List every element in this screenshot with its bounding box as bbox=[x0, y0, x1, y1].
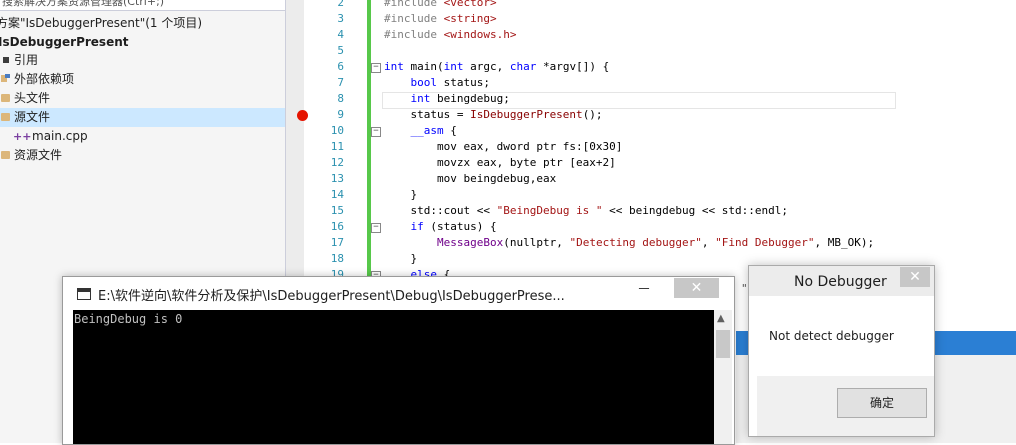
code-line[interactable]: if (status) { bbox=[384, 219, 497, 235]
cpp-file-icon: ++ bbox=[13, 130, 32, 143]
code-line[interactable]: movzx eax, byte ptr [eax+2] bbox=[384, 155, 616, 171]
scroll-up-icon[interactable]: ▲ bbox=[717, 313, 725, 324]
code-line[interactable]: MessageBox(nullptr, "Detecting debugger"… bbox=[384, 235, 874, 251]
tree-item-header-files[interactable]: 头文件 bbox=[0, 89, 285, 108]
message-box-close-button[interactable]: ✕ bbox=[900, 267, 930, 287]
line-number: 4 bbox=[337, 28, 344, 41]
close-button[interactable]: ✕ bbox=[674, 278, 719, 298]
tree-item-solution[interactable]: 解决方案"IsDebuggerPresent"(1 个项目) bbox=[0, 14, 285, 33]
tree-item-references[interactable]: 引用 bbox=[0, 51, 285, 70]
tree-item-main-cpp[interactable]: ++ main.cpp bbox=[0, 127, 285, 146]
tree-item-label: 解决方案"IsDebuggerPresent"(1 个项目) bbox=[0, 16, 203, 30]
tree-item-label: 外部依赖项 bbox=[14, 72, 75, 86]
code-line[interactable]: bool status; bbox=[384, 75, 490, 91]
line-number: 13 bbox=[330, 172, 344, 185]
console-window[interactable]: E:\软件逆向\软件分析及保护\IsDebuggerPresent\Debug\… bbox=[62, 276, 735, 445]
line-number: 8 bbox=[337, 92, 344, 105]
tree-item-label: 资源文件 bbox=[14, 148, 63, 162]
line-number: 9 bbox=[337, 108, 344, 121]
message-box-footer: 确定 bbox=[757, 376, 934, 436]
folder-icon bbox=[1, 113, 10, 121]
line-number: 17 bbox=[330, 236, 344, 249]
console-scrollbar[interactable]: ▲ bbox=[714, 310, 732, 444]
line-number: 7 bbox=[337, 76, 344, 89]
line-number: 3 bbox=[337, 12, 344, 25]
line-number: 18 bbox=[330, 252, 344, 265]
line-number: 16 bbox=[330, 220, 344, 233]
tree-item-label: 源文件 bbox=[14, 110, 51, 124]
message-box-body: Not detect debugger bbox=[757, 296, 934, 376]
ok-button[interactable]: 确定 bbox=[837, 388, 927, 418]
console-title: E:\软件逆向\软件分析及保护\IsDebuggerPresent\Debug\… bbox=[98, 289, 565, 304]
tree-item-label: 头文件 bbox=[14, 91, 51, 105]
console-app-icon bbox=[77, 288, 91, 300]
change-indicator-bar bbox=[367, 0, 371, 280]
solution-search-input[interactable]: 搜索解决方案资源管理器(Ctrl+;) bbox=[0, 0, 285, 11]
code-line[interactable]: } bbox=[384, 251, 417, 267]
tree-item-label: 引用 bbox=[14, 53, 39, 67]
line-number: 6 bbox=[337, 60, 344, 73]
tree-item-label: IsDebuggerPresent bbox=[0, 35, 129, 49]
line-number: 2 bbox=[337, 0, 344, 9]
folder-icon bbox=[1, 151, 10, 159]
tree-item-resource-files[interactable]: 资源文件 bbox=[0, 146, 285, 165]
code-line[interactable]: int main(int argc, char *argv[]) { bbox=[384, 59, 609, 75]
line-number: 14 bbox=[330, 188, 344, 201]
folder-icon bbox=[1, 94, 10, 102]
code-line[interactable]: #include <vector> bbox=[384, 0, 497, 11]
code-line[interactable]: } bbox=[384, 187, 417, 203]
message-box-title: No Debugger bbox=[794, 274, 887, 290]
code-line[interactable]: status = IsDebuggerPresent(); bbox=[384, 107, 602, 123]
line-number: 15 bbox=[330, 204, 344, 217]
solution-search-placeholder: 搜索解决方案资源管理器(Ctrl+;) bbox=[2, 0, 165, 8]
message-box-titlebar[interactable]: No Debugger ✕ bbox=[749, 266, 934, 296]
tree-item-label: main.cpp bbox=[32, 129, 88, 143]
minimize-button[interactable]: － bbox=[630, 280, 658, 300]
message-box-text: Not detect debugger bbox=[769, 329, 894, 343]
console-titlebar[interactable]: E:\软件逆向\软件分析及保护\IsDebuggerPresent\Debug\… bbox=[63, 277, 734, 310]
code-line[interactable]: __asm { bbox=[384, 123, 457, 139]
line-number: 5 bbox=[337, 44, 344, 57]
line-number: 10 bbox=[330, 124, 344, 137]
code-fragment: " bbox=[741, 282, 748, 295]
message-box[interactable]: No Debugger ✕ Not detect debugger 确定 bbox=[748, 265, 935, 437]
code-line[interactable]: int beingdebug; bbox=[384, 91, 510, 107]
code-line[interactable]: #include <windows.h> bbox=[384, 27, 516, 43]
reference-icon bbox=[3, 57, 9, 63]
collapse-toggle-icon[interactable]: − bbox=[371, 127, 381, 137]
code-line[interactable]: std::cout << "BeingDebug is " << beingde… bbox=[384, 203, 788, 219]
tree-item-external-deps[interactable]: 外部依赖项 bbox=[0, 70, 285, 89]
external-deps-icon bbox=[1, 74, 10, 82]
code-line[interactable]: mov eax, dword ptr fs:[0x30] bbox=[384, 139, 622, 155]
tree-item-project[interactable]: IsDebuggerPresent bbox=[0, 33, 285, 52]
line-number: 11 bbox=[330, 140, 344, 153]
collapse-toggle-icon[interactable]: − bbox=[371, 223, 381, 233]
console-output[interactable]: BeingDebug is 0 bbox=[73, 310, 714, 444]
line-number: 12 bbox=[330, 156, 344, 169]
breakpoint-icon[interactable] bbox=[297, 110, 308, 121]
console-output-text: BeingDebug is 0 bbox=[74, 312, 183, 326]
tree-item-source-files[interactable]: 源文件 bbox=[0, 108, 285, 127]
collapse-toggle-icon[interactable]: − bbox=[371, 63, 381, 73]
code-line[interactable]: mov beingdebug,eax bbox=[384, 171, 556, 187]
code-line[interactable]: #include <string> bbox=[384, 11, 497, 27]
scroll-thumb[interactable] bbox=[716, 330, 730, 358]
